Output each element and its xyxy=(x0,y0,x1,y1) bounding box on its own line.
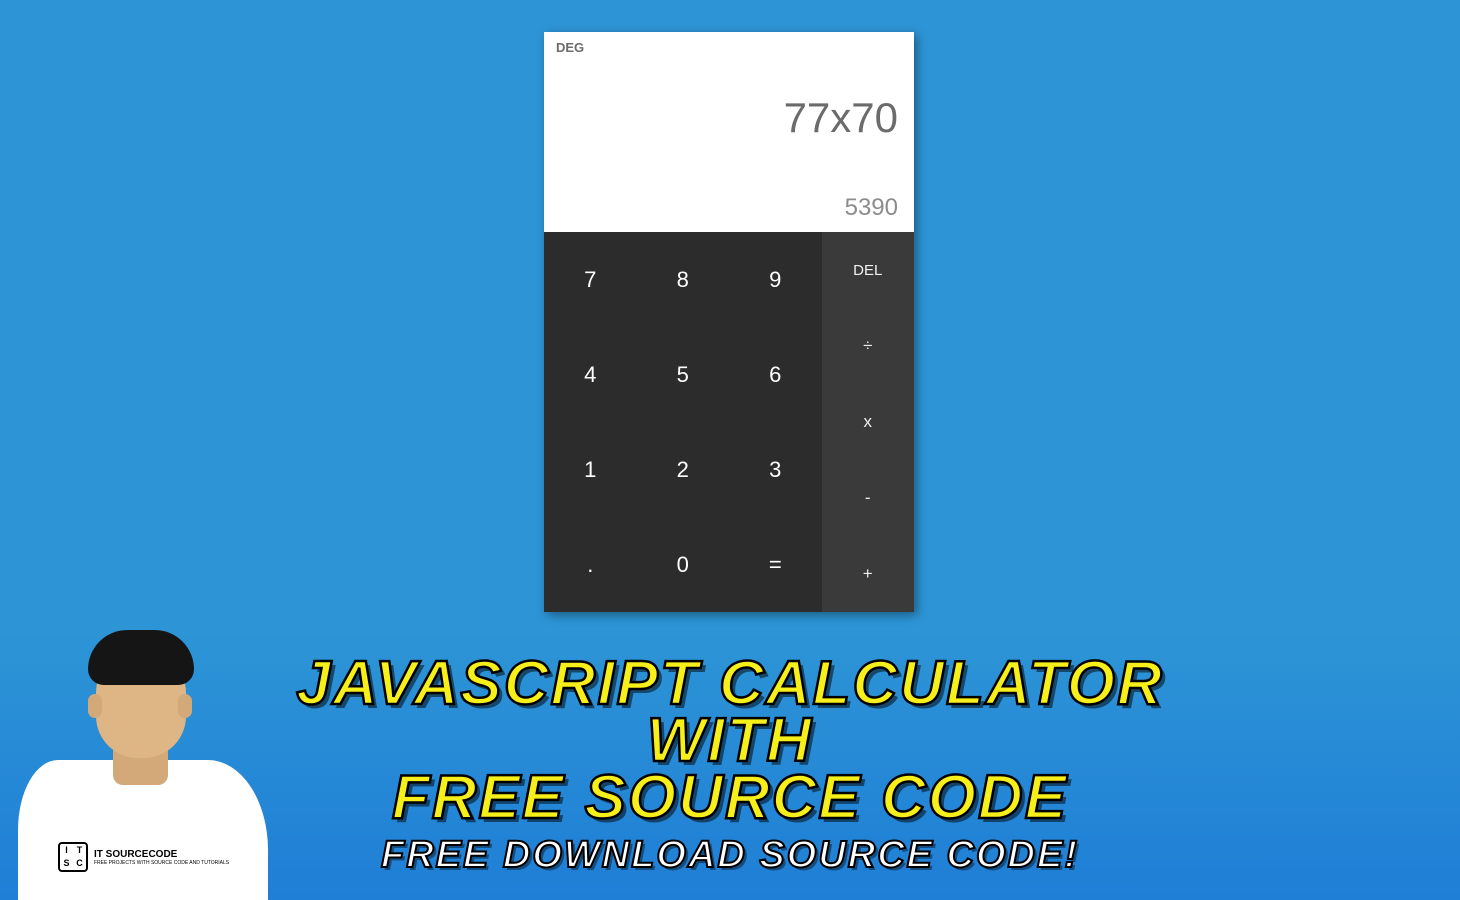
host-ear-left xyxy=(88,694,102,718)
key-1[interactable]: 1 xyxy=(544,422,637,517)
key-add[interactable]: + xyxy=(822,536,915,612)
calculator-display: DEG 77x70 5390 xyxy=(544,32,914,232)
key-4[interactable]: 4 xyxy=(544,327,637,422)
logo-sc-c: C xyxy=(73,857,86,870)
logo-it-t: T xyxy=(73,844,86,857)
key-5[interactable]: 5 xyxy=(637,327,730,422)
logo-sc-s: S xyxy=(60,857,73,870)
logo-mark-icon: I T S C xyxy=(58,842,88,872)
calculator-panel: DEG 77x70 5390 7 8 9 4 5 6 1 2 3 . 0 = D… xyxy=(544,32,914,612)
expression-display: 77x70 xyxy=(784,94,898,142)
host-portrait: I T S C IT SOURCECODE FREE PROJECTS WITH… xyxy=(18,630,268,900)
logo-tagline: FREE PROJECTS WITH SOURCE CODE AND TUTOR… xyxy=(94,860,229,866)
key-divide[interactable]: ÷ xyxy=(822,308,915,384)
key-equals[interactable]: = xyxy=(729,517,822,612)
logo-it-i: I xyxy=(60,844,73,857)
key-subtract[interactable]: - xyxy=(822,460,915,536)
key-7[interactable]: 7 xyxy=(544,232,637,327)
logo-text-block: IT SOURCECODE FREE PROJECTS WITH SOURCE … xyxy=(94,849,229,866)
key-decimal[interactable]: . xyxy=(544,517,637,612)
operator-column: DEL ÷ x - + xyxy=(822,232,915,612)
shirt-logo: I T S C IT SOURCECODE FREE PROJECTS WITH… xyxy=(58,842,229,872)
angle-mode-label[interactable]: DEG xyxy=(556,40,902,55)
key-multiply[interactable]: x xyxy=(822,384,915,460)
host-hair xyxy=(88,630,194,685)
calculator-keypad: 7 8 9 4 5 6 1 2 3 . 0 = DEL ÷ x - + xyxy=(544,232,914,612)
number-pad: 7 8 9 4 5 6 1 2 3 . 0 = xyxy=(544,232,822,612)
key-0[interactable]: 0 xyxy=(637,517,730,612)
key-8[interactable]: 8 xyxy=(637,232,730,327)
host-ear-right xyxy=(178,694,192,718)
key-6[interactable]: 6 xyxy=(729,327,822,422)
result-display: 5390 xyxy=(845,194,898,222)
logo-brand: IT SOURCECODE xyxy=(94,849,229,860)
key-2[interactable]: 2 xyxy=(637,422,730,517)
key-3[interactable]: 3 xyxy=(729,422,822,517)
key-9[interactable]: 9 xyxy=(729,232,822,327)
key-delete[interactable]: DEL xyxy=(822,232,915,308)
